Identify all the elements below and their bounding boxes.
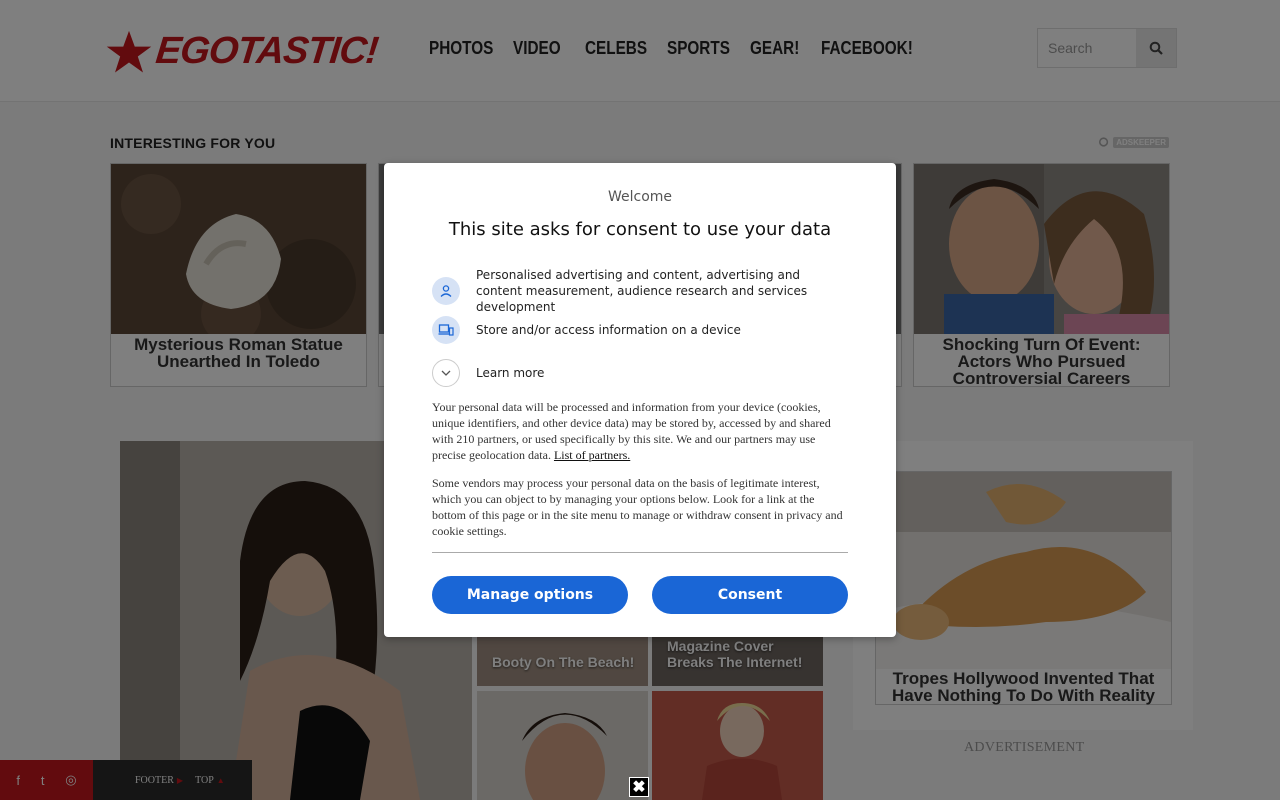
purpose-text: Personalised advertising and content, ad… xyxy=(476,268,808,314)
consent-paragraph-1-text: Your personal data will be processed and… xyxy=(432,400,831,462)
purpose-item: Personalised advertising and content, ad… xyxy=(432,267,846,315)
purpose-text: Store and/or access information on a dev… xyxy=(476,323,741,337)
dialog-welcome: Welcome xyxy=(607,189,673,205)
chevron-down-icon[interactable] xyxy=(432,359,460,387)
dialog-title: This site asks for consent to use your d… xyxy=(448,219,832,240)
consent-dialog: Welcome This site asks for consent to us… xyxy=(384,163,896,637)
consent-paragraph-1: Your personal data will be processed and… xyxy=(432,399,848,463)
consent-paragraph-2: Some vendors may process your personal d… xyxy=(432,476,843,538)
close-ad-button[interactable]: ✖ xyxy=(629,777,649,797)
manage-options-button[interactable]: Manage options xyxy=(432,576,628,614)
learn-more-toggle[interactable]: Learn more xyxy=(432,359,846,387)
learn-more-label: Learn more xyxy=(476,366,545,380)
person-icon xyxy=(432,277,460,305)
list-of-partners-link[interactable]: List of partners. xyxy=(554,448,630,462)
purpose-item: Store and/or access information on a dev… xyxy=(432,316,846,344)
consent-button[interactable]: Consent xyxy=(652,576,848,614)
dialog-divider xyxy=(432,552,848,553)
devices-icon xyxy=(432,316,460,344)
